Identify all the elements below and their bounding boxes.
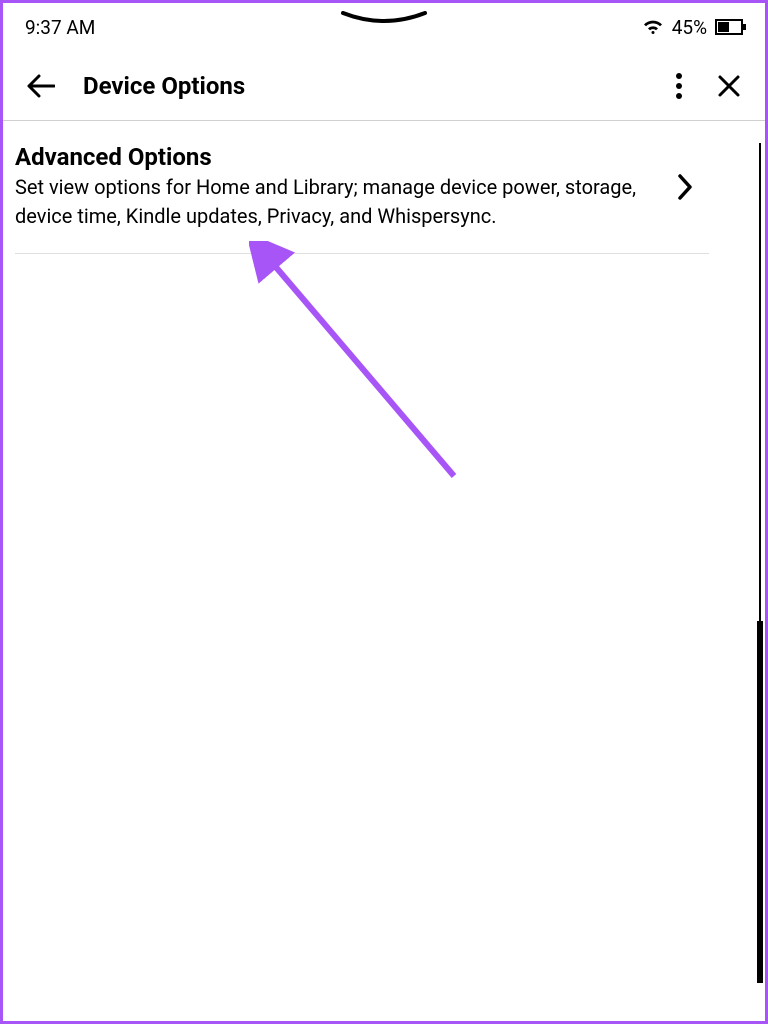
settings-item-advanced-options[interactable]: Advanced Options Set view options for Ho… (15, 121, 709, 254)
scrollbar-thumb[interactable] (757, 621, 763, 983)
more-vertical-icon (675, 72, 683, 100)
battery-icon (715, 18, 747, 36)
notch-indicator (339, 11, 429, 27)
settings-item-title: Advanced Options (15, 143, 663, 171)
close-icon (717, 74, 741, 98)
chevron-right-icon (677, 173, 693, 201)
status-bar: 9:37 AM 45% (3, 3, 765, 51)
close-button[interactable] (717, 74, 741, 98)
content-area: Advanced Options Set view options for Ho… (3, 121, 765, 1021)
overflow-menu-button[interactable] (675, 72, 683, 100)
back-arrow-icon (27, 74, 55, 98)
page-title: Device Options (83, 72, 647, 100)
header-actions (675, 72, 741, 100)
header-bar: Device Options (3, 51, 765, 121)
battery-percent: 45% (672, 16, 707, 39)
settings-item-text: Advanced Options Set view options for Ho… (15, 143, 663, 231)
settings-item-description: Set view options for Home and Library; m… (15, 173, 663, 231)
wifi-icon (642, 18, 664, 36)
status-right: 45% (642, 16, 747, 39)
back-button[interactable] (27, 74, 55, 98)
status-time: 9:37 AM (25, 16, 95, 39)
